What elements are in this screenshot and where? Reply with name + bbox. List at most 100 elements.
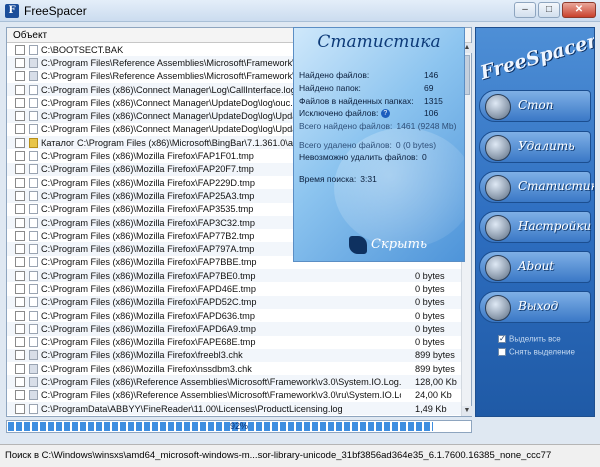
row-checkbox[interactable]	[15, 377, 25, 388]
exe-icon	[29, 363, 38, 374]
table-row[interactable]: C:\Program Files (x86)\Reference Assembl…	[7, 375, 461, 389]
row-size: 0 bytes	[415, 283, 445, 294]
row-checkbox[interactable]	[15, 124, 25, 135]
row-checkbox[interactable]	[15, 44, 25, 55]
stop-button[interactable]: Стоп	[479, 90, 591, 122]
statistics-button[interactable]: Статистика	[479, 171, 594, 203]
row-checkbox[interactable]	[15, 337, 25, 348]
file-icon	[29, 297, 38, 308]
row-checkbox[interactable]	[15, 190, 25, 201]
table-row[interactable]: C:\Program Files (x86)\Reference Assembl…	[7, 389, 461, 402]
row-checkbox[interactable]	[15, 230, 25, 241]
file-icon	[29, 283, 38, 294]
hide-icon	[349, 236, 367, 254]
row-path: C:\Program Files (x86)\Reference Assembl…	[41, 390, 401, 401]
statistics-title: Статистика	[317, 32, 441, 52]
row-checkbox[interactable]	[15, 244, 25, 255]
file-icon	[29, 217, 38, 228]
table-row[interactable]: C:\ProgramData\ABBYY\FineReader\11.00\Li…	[7, 402, 461, 416]
row-path: C:\Program Files (x86)\Mozilla Firefox\n…	[41, 363, 252, 374]
row-checkbox[interactable]	[15, 270, 25, 281]
file-icon	[29, 84, 38, 95]
file-icon	[29, 257, 38, 268]
help-icon[interactable]: ?	[380, 109, 390, 119]
stop-icon	[485, 94, 511, 120]
row-checkbox[interactable]	[15, 297, 25, 308]
stat-cannot-delete: Невозможно удалить файлов: 0	[299, 152, 427, 162]
row-checkbox[interactable]	[15, 84, 25, 95]
row-path: C:\Program Files (x86)\Reference Assembl…	[41, 377, 401, 388]
row-checkbox[interactable]	[15, 323, 25, 334]
status-bar: Поиск в C:\Windows\winsxs\amd64_microsof…	[0, 444, 600, 467]
exit-icon	[485, 295, 511, 321]
row-checkbox[interactable]	[15, 283, 25, 294]
row-path: C:\Program Files (x86)\Mozilla Firefox\F…	[41, 283, 256, 294]
row-checkbox[interactable]	[15, 137, 25, 148]
row-path: C:\Program Files (x86)\Mozilla Firefox\F…	[41, 270, 256, 281]
row-checkbox[interactable]	[15, 111, 25, 122]
exe-icon	[29, 57, 38, 68]
file-icon	[29, 403, 38, 414]
file-icon	[29, 177, 38, 188]
deselect-option[interactable]: Снять выделение	[498, 347, 575, 356]
about-icon	[485, 255, 511, 281]
table-row[interactable]: C:\Program Files (x86)\Mozilla Firefox\F…	[7, 309, 461, 322]
minimize-button[interactable]: –	[514, 2, 536, 18]
select-all-option[interactable]: Выделить все	[498, 334, 561, 343]
maximize-button[interactable]: □	[538, 2, 560, 18]
table-row[interactable]: C:\Program Files (x86)\Mozilla Firefox\F…	[7, 322, 461, 336]
table-row[interactable]: C:\Program Files (x86)\Mozilla Firefox\n…	[7, 362, 461, 375]
row-size: 128,00 Kb	[415, 377, 457, 388]
table-row[interactable]: C:\ProgramData\DatacardService\log\Datac…	[7, 415, 461, 416]
row-checkbox[interactable]	[15, 151, 25, 162]
freespacer-logo: FreeSpacer	[477, 29, 595, 85]
row-checkbox[interactable]	[15, 204, 25, 215]
row-checkbox[interactable]	[15, 164, 25, 175]
stat-search-time: Время поиска: 3:31	[299, 174, 377, 184]
file-icon	[29, 111, 38, 122]
exit-button[interactable]: Выход	[479, 291, 591, 323]
row-checkbox[interactable]	[15, 390, 25, 401]
row-checkbox[interactable]	[15, 403, 25, 414]
row-checkbox[interactable]	[15, 217, 25, 228]
exe-icon	[29, 71, 38, 82]
table-row[interactable]: C:\Program Files (x86)\Mozilla Firefox\F…	[7, 269, 461, 283]
table-row[interactable]: C:\Program Files (x86)\Mozilla Firefox\F…	[7, 336, 461, 349]
table-row[interactable]: C:\Program Files (x86)\Mozilla Firefox\F…	[7, 282, 461, 295]
deselect-checkbox[interactable]	[498, 347, 506, 356]
settings-button[interactable]: Настройки	[479, 211, 591, 243]
table-row[interactable]: C:\Program Files (x86)\Mozilla Firefox\f…	[7, 348, 461, 363]
scroll-down-icon[interactable]: ▼	[462, 406, 472, 416]
folder-icon	[29, 137, 38, 148]
file-icon	[29, 230, 38, 241]
statistics-panel: Статистика Найдено файлов: 146 Найдено па…	[293, 27, 465, 262]
row-checkbox[interactable]	[15, 350, 25, 361]
file-icon	[29, 124, 38, 135]
file-icon	[29, 44, 38, 55]
about-button[interactable]: About	[479, 251, 591, 283]
table-row[interactable]: C:\Program Files (x86)\Mozilla Firefox\F…	[7, 295, 461, 309]
select-all-checkbox[interactable]	[498, 334, 506, 343]
window-title: FreeSpacer	[24, 4, 87, 18]
row-path: C:\Program Files (x86)\Mozilla Firefox\F…	[41, 323, 256, 334]
title-bar: F FreeSpacer – □ ✕	[0, 0, 600, 22]
exe-icon	[29, 377, 38, 388]
file-icon	[29, 164, 38, 175]
row-checkbox[interactable]	[15, 257, 25, 268]
file-icon	[29, 337, 38, 348]
row-checkbox[interactable]	[15, 177, 25, 188]
row-checkbox[interactable]	[15, 57, 25, 68]
statistics-icon	[485, 175, 511, 201]
row-size: 24,00 Kb	[415, 390, 452, 401]
row-path: C:\Program Files (x86)\Mozilla Firefox\F…	[41, 297, 257, 308]
close-button[interactable]: ✕	[562, 2, 596, 18]
hide-statistics-button[interactable]: Скрыть	[349, 234, 431, 256]
delete-button[interactable]: Удалить	[479, 131, 591, 163]
file-icon	[29, 190, 38, 201]
row-checkbox[interactable]	[15, 71, 25, 82]
row-size: 0 bytes	[415, 323, 445, 334]
stat-folders-found: Найдено папок: 69	[299, 83, 434, 93]
row-checkbox[interactable]	[15, 363, 25, 374]
row-checkbox[interactable]	[15, 310, 25, 321]
row-checkbox[interactable]	[15, 97, 25, 108]
